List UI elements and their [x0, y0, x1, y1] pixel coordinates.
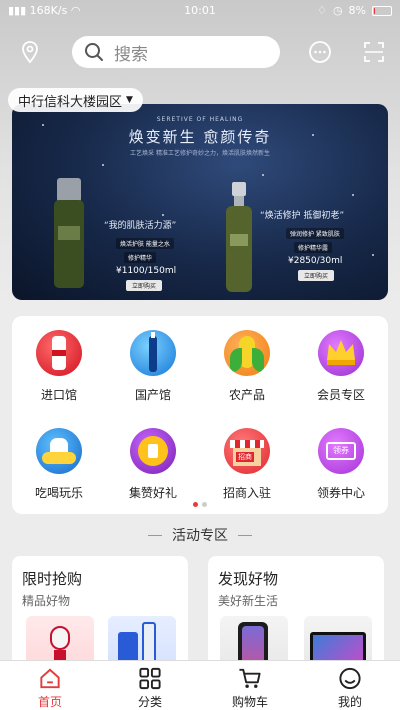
- domestic-icon: [130, 330, 176, 376]
- chevron-down-icon: ▼: [126, 95, 133, 105]
- left-tagline: “我的肌肤活力源”: [104, 221, 177, 231]
- section-header: 活动专区: [0, 525, 400, 545]
- discover-subtitle: 美好新生活: [218, 594, 279, 608]
- menu-label-merchant: 招商入驻: [222, 486, 271, 500]
- menu-item-coupon[interactable]: 领券 领券中心: [294, 428, 388, 501]
- message-icon[interactable]: [308, 40, 332, 64]
- search-icon: [85, 43, 103, 61]
- banner-title-en: SERETIVE OF HEALING: [156, 116, 244, 123]
- menu-label-farm: 农产品: [228, 388, 265, 402]
- left-product-bottle: [54, 178, 84, 288]
- page-indicator: [193, 502, 207, 507]
- tab-cart[interactable]: 购物车: [200, 661, 300, 710]
- menu-label-likes: 集赞好礼: [128, 486, 177, 500]
- alarm-icon: ◷: [332, 4, 343, 17]
- divider-right: [238, 534, 252, 536]
- status-right: ♢ ◷ 8%: [317, 4, 392, 17]
- tab-label-profile: 我的: [337, 695, 362, 709]
- tab-profile[interactable]: 我的: [300, 661, 400, 710]
- page-dot: [202, 502, 207, 507]
- coupon-badge: 领券: [326, 442, 356, 460]
- tab-label-category: 分类: [137, 695, 162, 709]
- location-label: 中行信科大楼园区: [18, 94, 123, 110]
- menu-label-member: 会员专区: [316, 388, 365, 402]
- coupon-icon: 领券: [318, 428, 364, 474]
- flash-sale-title: 限时抢购: [22, 570, 83, 588]
- battery-fill: [374, 7, 375, 14]
- crown-icon: [318, 330, 364, 376]
- menu-item-domestic[interactable]: 国产馆: [106, 330, 200, 403]
- banner-headline: 焕变新生 愈颜传奇: [128, 128, 272, 146]
- right-chip-2: 修护精华露: [294, 242, 333, 253]
- menu-label-coupon: 领券中心: [316, 486, 365, 500]
- bell-icon: ♢: [317, 4, 327, 17]
- home-icon: [40, 668, 60, 689]
- scan-icon[interactable]: [362, 40, 386, 64]
- promo-banner[interactable]: SERETIVE OF HEALING 焕变新生 愈颜传奇 工艺焕采 精准工艺修…: [12, 104, 388, 300]
- left-chip-2: 修护精华: [124, 252, 157, 263]
- tab-label-cart: 购物车: [231, 695, 268, 709]
- thumbs-up-icon: [130, 428, 176, 474]
- battery-icon: [372, 5, 392, 16]
- discover-title: 发现好物: [218, 570, 279, 588]
- divider-left: [148, 534, 162, 536]
- flash-sale-subtitle: 精品好物: [22, 594, 71, 608]
- category-icon: [139, 667, 161, 690]
- menu-item-member[interactable]: 会员专区: [294, 330, 388, 403]
- import-icon: [36, 330, 82, 376]
- tab-label-home: 首页: [37, 695, 62, 709]
- search-placeholder: 搜索: [114, 44, 148, 65]
- shop-badge: 招商: [236, 452, 254, 462]
- page-dot: [193, 502, 198, 507]
- shop-icon: 招商: [224, 428, 270, 474]
- menu-item-import[interactable]: 进口馆: [12, 330, 106, 403]
- location-pin-icon[interactable]: [18, 40, 42, 64]
- battery-percent: 8%: [348, 4, 366, 17]
- left-chip-1: 焕活护肤 能量之水: [116, 238, 174, 249]
- category-menu: 进口馆 国产馆 农产品 会员专区 吃喝玩乐 集赞好礼 招商 招商入驻 领券 领券…: [12, 316, 388, 514]
- menu-item-leisure[interactable]: 吃喝玩乐: [12, 428, 106, 501]
- profile-icon: [339, 667, 361, 690]
- right-buy-button[interactable]: 立即购买: [298, 270, 335, 281]
- section-title: 活动专区: [172, 528, 228, 544]
- menu-label-leisure: 吃喝玩乐: [34, 486, 83, 500]
- menu-item-farm[interactable]: 农产品: [200, 330, 294, 403]
- banner-subline: 工艺焕采 精准工艺修护奇妙之力，焕活肌肤焕然新生: [130, 150, 270, 157]
- menu-label-import: 进口馆: [40, 388, 77, 402]
- left-buy-button[interactable]: 立即购买: [126, 280, 163, 291]
- leisure-icon: [36, 428, 82, 474]
- search-bar[interactable]: 搜索: [72, 36, 280, 68]
- status-bar: ▮▮▮ 168K/s ◠ 10:01 ♢ ◷ 8%: [0, 0, 400, 22]
- right-chip-1: 弹润修护 紧致肌肤: [286, 228, 344, 239]
- menu-item-merchant[interactable]: 招商 招商入驻: [200, 428, 294, 501]
- left-price: ¥1100/150ml: [116, 266, 177, 276]
- menu-item-likes[interactable]: 集赞好礼: [106, 428, 200, 501]
- tab-home[interactable]: 首页: [0, 661, 100, 710]
- menu-label-domestic: 国产馆: [134, 388, 171, 402]
- tab-category[interactable]: 分类: [100, 661, 200, 710]
- corn-icon: [224, 330, 270, 376]
- right-tagline: “焕活修护 抵御初老”: [260, 211, 345, 221]
- right-price: ¥2850/30ml: [288, 256, 343, 266]
- location-selector[interactable]: 中行信科大楼园区 ▼: [8, 88, 143, 112]
- bottom-tab-bar: 首页 分类 购物车 我的: [0, 660, 400, 710]
- right-product-bottle: [226, 182, 252, 292]
- cart-icon: [239, 668, 261, 688]
